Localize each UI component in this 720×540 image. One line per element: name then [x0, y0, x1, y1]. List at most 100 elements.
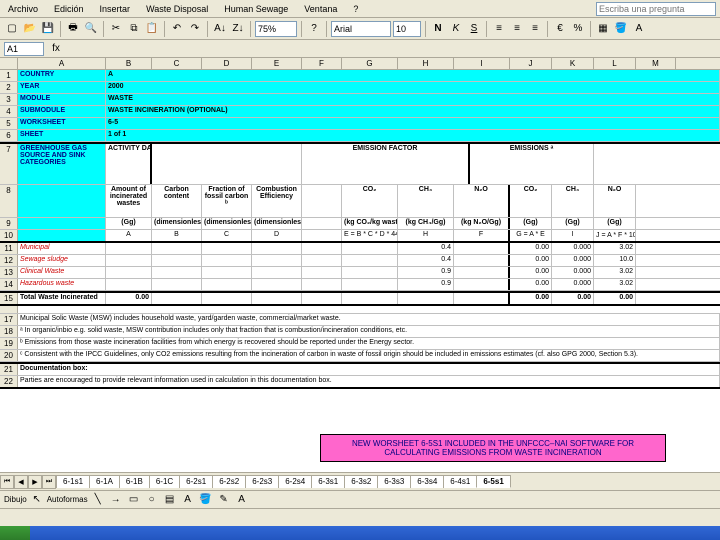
oval-icon[interactable]: ○ [144, 492, 160, 508]
col-header[interactable]: I [454, 58, 510, 69]
open-icon[interactable]: 📂 [22, 21, 38, 37]
preview-icon[interactable]: 🔍 [83, 21, 99, 37]
currency-icon[interactable]: € [552, 21, 568, 37]
value[interactable]: 1 of 1 [106, 130, 720, 141]
row-header[interactable]: 6 [0, 130, 18, 141]
menu-help[interactable]: ? [349, 3, 362, 15]
val[interactable]: 0.00 [510, 279, 552, 290]
category[interactable]: Clinical Waste [18, 267, 106, 278]
val[interactable]: 0.000 [552, 255, 594, 266]
unit[interactable]: (kg CO₂/kg waste) [342, 218, 398, 229]
hdr[interactable]: N₂O [594, 185, 636, 217]
fill-icon[interactable]: 🪣 [198, 492, 214, 508]
sheet-tab[interactable]: 6-3s4 [410, 475, 444, 488]
sheet-tab[interactable]: 6-1C [149, 475, 180, 488]
unit[interactable]: (Gg) [552, 218, 594, 229]
unit[interactable]: (dimensionless) [152, 218, 202, 229]
label[interactable]: YEAR [18, 82, 106, 93]
col-letter[interactable]: E = B * C * D * 44/12 [342, 230, 398, 241]
row-header[interactable]: 7 [0, 144, 18, 184]
align-right-icon[interactable]: ≡ [527, 21, 543, 37]
row-header[interactable]: 14 [0, 279, 18, 290]
textbox-icon[interactable]: ▤ [162, 492, 178, 508]
footnote[interactable]: ᶜ Consistent with the IPCC Guidelines, o… [18, 350, 720, 361]
sheet-tab[interactable]: 6-2s2 [212, 475, 246, 488]
hdr[interactable]: EMISSIONS ᵃ [470, 144, 594, 184]
col-header[interactable]: J [510, 58, 552, 69]
col-header[interactable]: H [398, 58, 454, 69]
value[interactable]: A [106, 70, 720, 81]
row-header[interactable]: 9 [0, 218, 18, 229]
hdr[interactable]: CH₄ [398, 185, 454, 217]
col-letter[interactable]: F [454, 230, 510, 241]
font-color-icon[interactable]: A [234, 492, 250, 508]
percent-icon[interactable]: % [570, 21, 586, 37]
tab-next-icon[interactable]: ▶ [28, 475, 42, 489]
label[interactable]: SUBMODULE [18, 106, 106, 117]
label[interactable]: WORKSHEET [18, 118, 106, 129]
sheet-tab[interactable]: 6-2s4 [278, 475, 312, 488]
unit[interactable]: (Gg) [594, 218, 636, 229]
help-icon[interactable]: ? [306, 21, 322, 37]
unit[interactable]: (dimensionless) [202, 218, 252, 229]
row-header[interactable]: 4 [0, 106, 18, 117]
font-select[interactable]: Arial [331, 21, 391, 37]
col-header[interactable]: F [302, 58, 342, 69]
sort-asc-icon[interactable]: A↓ [212, 21, 228, 37]
row-header[interactable]: 2 [0, 82, 18, 93]
sheet-tab[interactable]: 6-1A [89, 475, 120, 488]
row-header[interactable]: 15 [0, 293, 18, 304]
autoshapes-menu[interactable]: Autoformas [47, 495, 88, 504]
line-icon[interactable]: ╲ [90, 492, 106, 508]
col-letter[interactable]: C [202, 230, 252, 241]
sheet-tab[interactable]: 6-1B [119, 475, 150, 488]
category[interactable]: Sewage sludge [18, 255, 106, 266]
hdr[interactable]: CO₂ [510, 185, 552, 217]
val[interactable]: 3.02 [594, 267, 636, 278]
val[interactable]: 0.4 [398, 243, 454, 254]
menu-archivo[interactable]: Archivo [4, 3, 42, 15]
val[interactable]: 0.9 [398, 267, 454, 278]
val[interactable]: 0.000 [552, 279, 594, 290]
unit[interactable]: (dimensionless) [252, 218, 302, 229]
row-header[interactable]: 3 [0, 94, 18, 105]
hdr[interactable]: Carbon content [152, 185, 202, 217]
value[interactable]: 6-5 [106, 118, 720, 129]
total-label[interactable]: Total Waste Incinerated [18, 293, 106, 304]
fill-color-icon[interactable]: 🪣 [613, 21, 629, 37]
row-header[interactable]: 12 [0, 255, 18, 266]
borders-icon[interactable]: ▦ [595, 21, 611, 37]
undo-icon[interactable]: ↶ [169, 21, 185, 37]
underline-icon[interactable]: S [466, 21, 482, 37]
col-header[interactable]: K [552, 58, 594, 69]
hdr[interactable]: ACTIVITY DATA [106, 144, 152, 184]
row-header[interactable]: 10 [0, 230, 18, 241]
val[interactable]: 3.02 [594, 243, 636, 254]
question-input[interactable] [596, 2, 716, 16]
category[interactable]: Hazardous waste [18, 279, 106, 290]
hdr[interactable]: Combustion Efficiency [252, 185, 302, 217]
footnote[interactable]: ᵇ Emissions from those waste incineratio… [18, 338, 720, 349]
row-header[interactable]: 13 [0, 267, 18, 278]
unit[interactable]: (Gg) [510, 218, 552, 229]
name-box[interactable]: A1 [4, 42, 44, 56]
total-val[interactable]: 0.00 [106, 293, 152, 304]
val[interactable]: 3.02 [594, 279, 636, 290]
col-letter[interactable]: B [152, 230, 202, 241]
label[interactable]: SHEET [18, 130, 106, 141]
col-header[interactable]: G [342, 58, 398, 69]
row-header[interactable]: 5 [0, 118, 18, 129]
sort-desc-icon[interactable]: Z↓ [230, 21, 246, 37]
new-icon[interactable]: ▢ [4, 21, 20, 37]
total-val[interactable]: 0.00 [510, 293, 552, 304]
col-letter[interactable]: A [106, 230, 152, 241]
total-val[interactable]: 0.00 [552, 293, 594, 304]
val[interactable]: 0.9 [398, 279, 454, 290]
bold-icon[interactable]: N [430, 21, 446, 37]
val[interactable]: 0.000 [552, 267, 594, 278]
row-header[interactable]: 8 [0, 185, 18, 217]
rect-icon[interactable]: ▭ [126, 492, 142, 508]
col-header[interactable]: E [252, 58, 302, 69]
col-header[interactable]: D [202, 58, 252, 69]
col-letter[interactable]: I [552, 230, 594, 241]
